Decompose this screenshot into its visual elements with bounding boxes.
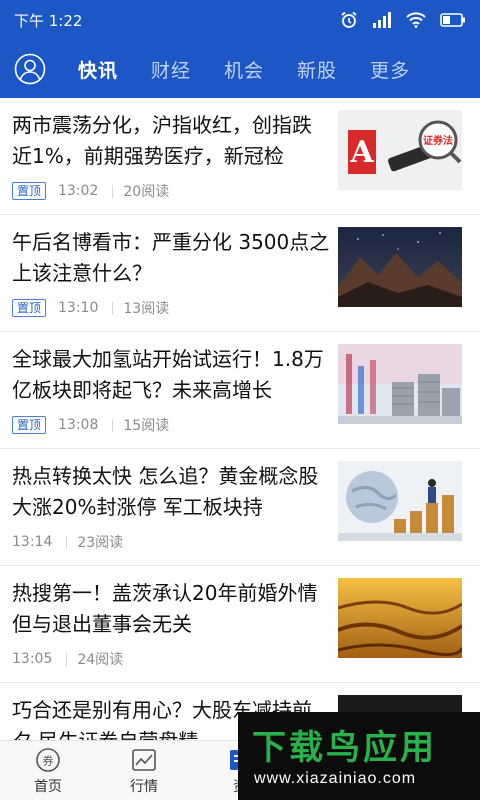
news-title: 午后名博看市：严重分化 3500点之上该注意什么？ xyxy=(12,230,330,285)
news-meta: 13:05 24阅读 xyxy=(12,649,123,669)
news-thumbnail xyxy=(338,461,462,541)
news-time: 13:05 xyxy=(12,651,53,667)
news-thumbnail: A 证券法 xyxy=(338,110,462,190)
watermark-title: 下载鸟应用 xyxy=(252,728,437,768)
tab-caijing[interactable]: 财经 xyxy=(151,56,191,83)
pinned-badge: 置顶 xyxy=(12,416,47,434)
tab-jihui[interactable]: 机会 xyxy=(224,56,264,83)
tab-kuaixun[interactable]: 快讯 xyxy=(78,56,118,83)
news-title: 热搜第一！盖茨承认20年前婚外情 但与退出董事会无关 xyxy=(12,581,318,636)
news-meta: 置顶 13:10 13阅读 xyxy=(12,298,169,318)
tab-gengduo[interactable]: 更多 xyxy=(370,56,410,83)
chart-icon xyxy=(132,748,156,771)
user-avatar-icon[interactable] xyxy=(14,53,46,85)
meta-divider xyxy=(112,184,114,198)
news-title: 两市震荡分化，沪指收红，创指跌近1%，前期强势医疗，新冠检 xyxy=(12,113,312,168)
news-reads: 23阅读 xyxy=(77,535,124,551)
news-title: 热点转换太快 怎么追？黄金概念股大涨20%封涨停 军工板块持 xyxy=(12,464,319,519)
news-card[interactable]: 热搜第一！盖茨承认20年前婚外情 但与退出董事会无关 13:05 24阅读 xyxy=(0,566,480,683)
thumb-label: 证券法 xyxy=(423,134,453,147)
meta-divider xyxy=(112,418,114,432)
battery-icon xyxy=(440,13,465,27)
news-card[interactable]: 两市震荡分化，沪指收红，创指跌近1%，前期强势医疗，新冠检 置顶 13:02 2… xyxy=(0,98,480,215)
night-mountain-image xyxy=(338,227,462,307)
tab-xingu[interactable]: 新股 xyxy=(297,56,337,83)
news-card[interactable]: 热点转换太快 怎么追？黄金概念股大涨20%封涨停 军工板块持 13:14 23阅… xyxy=(0,449,480,566)
pinned-badge: 置顶 xyxy=(12,182,47,200)
news-title: 全球最大加氢站开始试运行！1.8万亿板块即将起飞？未来高增长 xyxy=(12,347,324,402)
tabbar-label: 首页 xyxy=(34,778,62,795)
tabbar-market[interactable]: 行情 xyxy=(96,741,192,801)
desert-dunes-image xyxy=(338,578,462,658)
status-time: 下午 1:22 xyxy=(14,11,83,30)
tabbar-home[interactable]: 券 首页 xyxy=(0,741,96,801)
pinned-badge: 置顶 xyxy=(12,299,47,317)
watermark-logo: 下载鸟应用 www.xiazainiao.com xyxy=(238,712,480,800)
coupon-icon: 券 xyxy=(36,747,60,772)
signal-icon xyxy=(373,12,391,28)
news-thumbnail xyxy=(338,578,462,658)
news-time: 13:02 xyxy=(58,183,99,199)
news-meta: 置顶 13:02 20阅读 xyxy=(12,181,169,201)
tabbar-label: 行情 xyxy=(130,778,158,795)
meta-divider xyxy=(112,301,114,315)
news-time: 13:08 xyxy=(58,417,99,433)
news-time: 13:14 xyxy=(12,534,53,550)
news-thumbnail xyxy=(338,227,462,307)
news-meta: 置顶 13:08 15阅读 xyxy=(12,415,169,435)
svg-text:券: 券 xyxy=(43,753,54,767)
securities-law-image: A 证券法 xyxy=(338,110,462,190)
news-reads: 13阅读 xyxy=(123,301,170,317)
wifi-icon xyxy=(406,12,426,28)
news-reads: 24阅读 xyxy=(77,652,124,668)
alarm-icon xyxy=(341,11,357,28)
meta-divider xyxy=(66,535,68,549)
coin-stacks-image xyxy=(338,344,462,424)
news-feed: 两市震荡分化，沪指收红，创指跌近1%，前期强势医疗，新冠检 置顶 13:02 2… xyxy=(0,98,480,740)
news-meta: 13:14 23阅读 xyxy=(12,532,123,552)
top-nav: 快讯 财经 机会 新股 更多 xyxy=(0,40,480,98)
news-reads: 15阅读 xyxy=(123,418,170,434)
news-reads: 20阅读 xyxy=(123,184,170,200)
category-tabs: 快讯 财经 机会 新股 更多 xyxy=(78,56,410,83)
status-bar: 下午 1:22 xyxy=(0,0,480,40)
news-time: 13:10 xyxy=(58,300,99,316)
news-card[interactable]: 午后名博看市：严重分化 3500点之上该注意什么？ 置顶 13:10 13阅读 xyxy=(0,215,480,332)
globe-coins-image xyxy=(338,461,462,541)
watermark-url: www.xiazainiao.com xyxy=(254,770,417,787)
meta-divider xyxy=(66,652,68,666)
news-card[interactable]: 全球最大加氢站开始试运行！1.8万亿板块即将起飞？未来高增长 置顶 13:08 … xyxy=(0,332,480,449)
news-thumbnail xyxy=(338,344,462,424)
svg-text:A: A xyxy=(349,135,374,170)
status-icons xyxy=(340,11,466,29)
